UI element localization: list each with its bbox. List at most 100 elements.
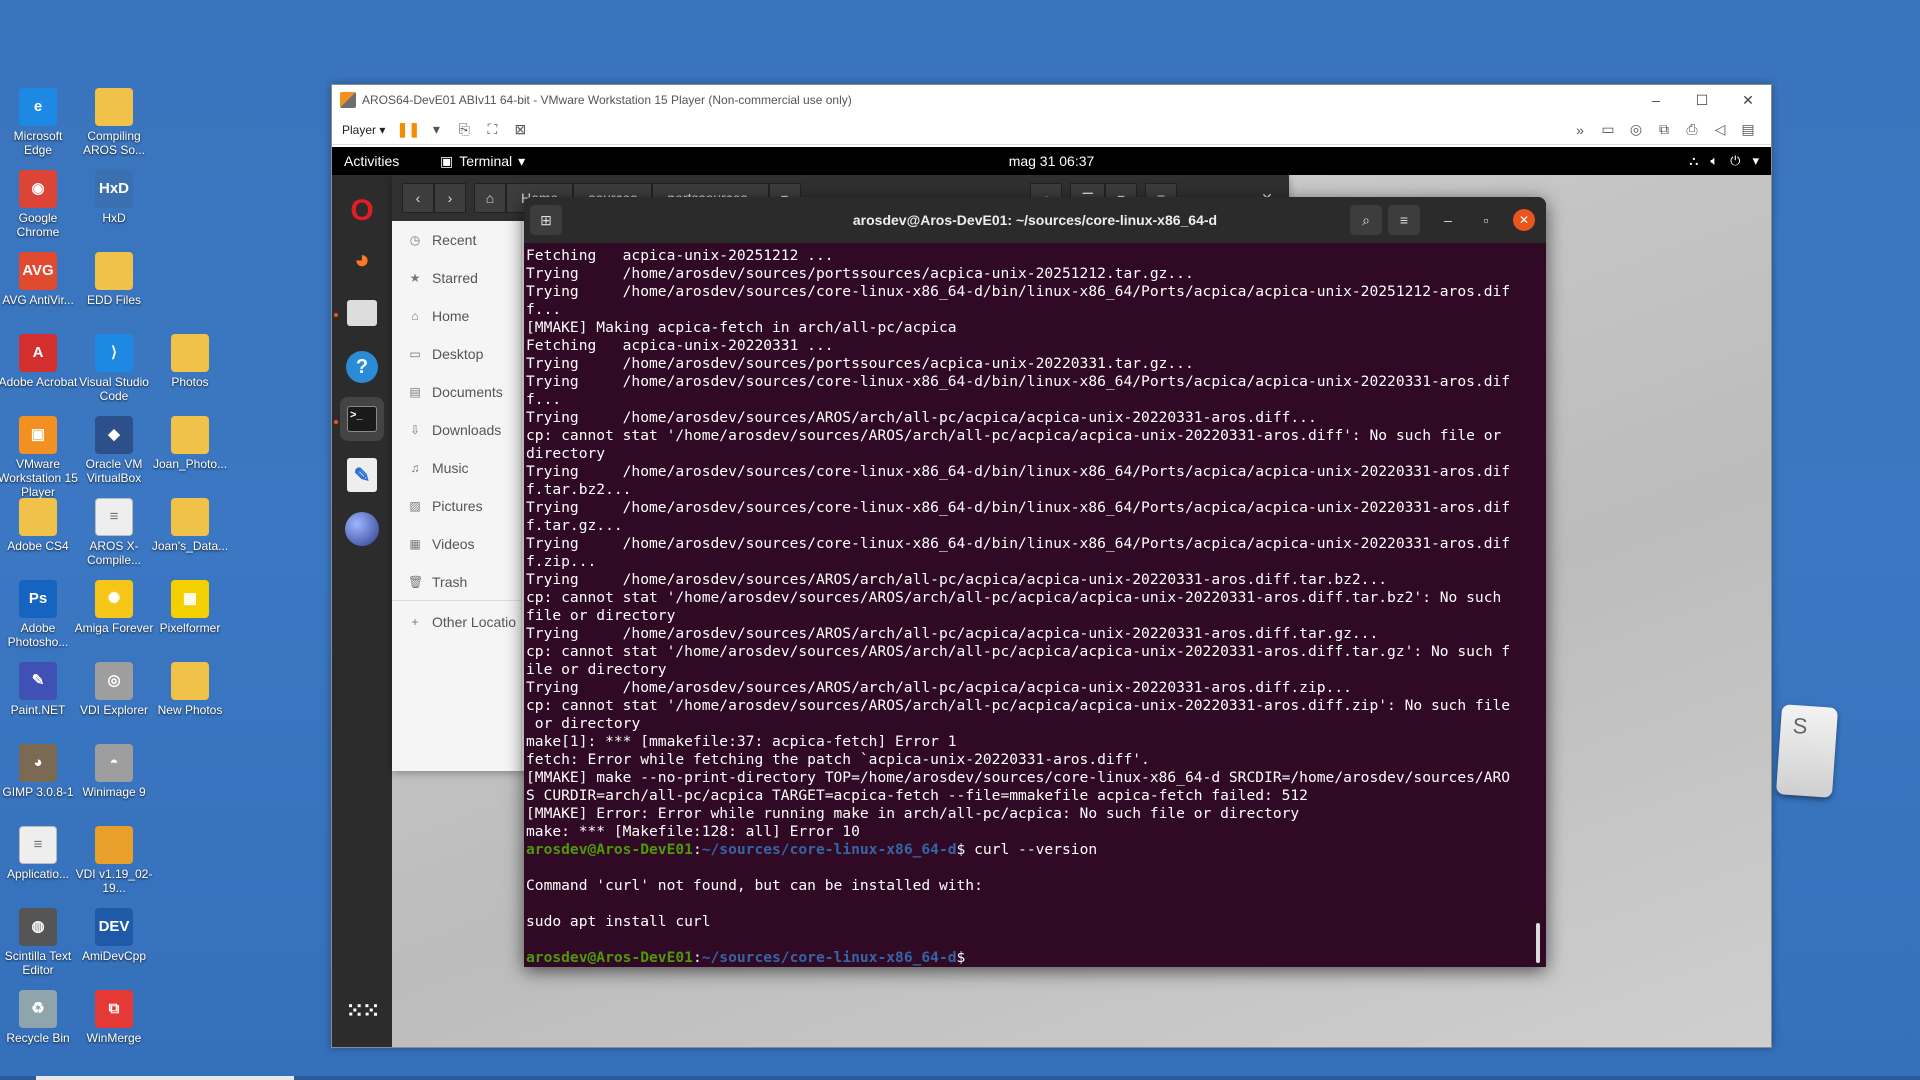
close-button[interactable]: ✕ [1508,205,1540,235]
maximize-button[interactable]: ▫ [1470,205,1502,235]
desktop-icon[interactable]: ◎ VDI Explorer [74,662,154,717]
dropdown-arrow-icon[interactable]: ▾ [425,120,447,140]
desktop-icon[interactable]: Photos [150,334,230,389]
home-icon[interactable]: ⌂ [474,183,506,213]
desktop-icon[interactable]: Compiling AROS So... [74,88,154,157]
desktop-icon[interactable]: ◓ Winimage 9 [74,744,154,799]
terminal-line: Trying /home/arosdev/sources/AROS/arch/a… [526,625,1379,642]
hard-disk-icon[interactable]: ▭ [1597,120,1619,140]
network-icon[interactable]: ⧉ [1653,120,1675,140]
desktop-icon[interactable]: Adobe CS4 [0,498,78,553]
maximize-button[interactable]: ☐ [1679,92,1725,109]
desktop-icon[interactable]: HxD HxD [74,170,154,225]
opera-icon[interactable]: O [340,189,384,233]
sidebar-item[interactable]: ⇩ Downloads [392,411,521,449]
desktop-icon-label: Photos [171,375,209,389]
sidebar-item[interactable]: ♫ Music [392,449,521,487]
more-devices-icon[interactable]: » [1569,120,1591,140]
desktop-icon-label: HxD [102,211,126,225]
help-icon[interactable]: ? [340,345,384,389]
desktop-icon[interactable]: ✎ Paint.NET [0,662,78,717]
desktop-icon[interactable]: ♻ Recycle Bin [0,990,78,1045]
vmware-titlebar[interactable]: AROS64-DevE01 ABIv11 64-bit - VMware Wor… [332,85,1771,115]
desktop-icon[interactable]: DEV AmiDevCpp [74,908,154,963]
sidebar-item[interactable]: ▤ Documents [392,373,521,411]
files-icon[interactable] [340,291,384,335]
unity-icon[interactable]: ⊠ [509,120,531,140]
display-icon[interactable]: ▤ [1737,120,1759,140]
desktop-icon[interactable]: ◍ Scintilla Text Editor [0,908,78,977]
search-icon[interactable]: ⌕ [1350,205,1382,235]
desktop-icon[interactable]: Ps Adobe Photosho... [0,580,78,649]
desktop-icon[interactable]: EDD Files [74,252,154,307]
desktop-icon-label: Compiling AROS So... [82,129,146,157]
system-tray[interactable]: ⛬ 🔈︎ ⏻ ▾ [1689,153,1771,169]
menu-icon[interactable]: ≡ [1388,205,1420,235]
forward-button[interactable]: › [434,183,466,213]
send-ctrl-alt-del-icon[interactable]: ⎘ [453,120,475,140]
cd-icon[interactable]: ◎ [1625,120,1647,140]
text-editor-icon[interactable]: ✎ [340,453,384,497]
back-button[interactable]: ‹ [402,183,434,213]
desktop-icon[interactable]: AVG AVG AntiVir... [0,252,78,307]
sidebar-item[interactable]: ▨ Pictures [392,487,521,525]
sidebar-item-icon: ★ [409,271,421,285]
close-button[interactable]: ✕ [1725,92,1771,109]
app-menu[interactable]: ▣ Terminal ▾ [440,153,525,170]
desktop-icon[interactable]: VDI v1.19_02-19... [74,826,154,895]
desktop-icon[interactable]: A Adobe Acrobat [0,334,78,389]
show-applications-icon[interactable]: ⁙⁙ [340,989,384,1033]
firefox-icon[interactable]: ◕ [340,237,384,281]
desktop-icon[interactable]: Joan's_Data... [150,498,230,553]
terminal-line: directory [526,445,606,462]
terminal-output[interactable]: Fetching acpica-unix-20251212 ... Trying … [524,243,1546,967]
vmware-title: AROS64-DevE01 ABIv11 64-bit - VMware Wor… [362,93,852,107]
desktop-icon[interactable]: ⟩ Visual Studio Code [74,334,154,403]
guest-screen[interactable]: Activities ▣ Terminal ▾ mag 31 06:37 ⛬ 🔈… [332,147,1771,1047]
globe-app-icon[interactable] [340,507,384,551]
desktop-app-icon: ◓ [95,744,133,782]
sidebar-item[interactable]: ⌂ Home [392,297,521,335]
desktop-icon[interactable]: e Microsoft Edge [0,88,78,157]
desktop-icon[interactable]: ◉ Google Chrome [0,170,78,239]
minimize-button[interactable]: – [1432,205,1464,235]
pause-icon[interactable]: ❚❚ [397,120,420,140]
scrollbar[interactable] [1536,923,1540,963]
new-tab-icon[interactable]: ⊞ [530,205,562,235]
sidebar-item[interactable]: ▦ Videos [392,525,521,563]
clock[interactable]: mag 31 06:37 [332,153,1771,169]
sidebar-item[interactable]: ▭ Desktop [392,335,521,373]
sidebar-item[interactable]: ◷ Recent [392,221,521,259]
terminal-icon[interactable]: >_ [340,397,384,441]
desktop-icon[interactable]: ⧉ WinMerge [74,990,154,1045]
desktop-icon[interactable]: ▦ Pixelformer [150,580,230,635]
sidebar-item[interactable]: + Other Locatio [392,603,521,641]
desktop-icon[interactable]: ◕ GIMP 3.0.8-1 [0,744,78,799]
sound-icon[interactable]: ◁ [1709,120,1731,140]
desktop-icon[interactable]: ▣ VMware Workstation 15 Player [0,416,78,499]
terminal-window[interactable]: ⊞ arosdev@Aros-DevE01: ~/sources/core-li… [524,197,1546,967]
desktop-app-icon [95,88,133,126]
desktop-app-icon: ≡ [19,826,57,864]
desktop-app-icon: ◉ [19,170,57,208]
desktop-icon[interactable]: ≡ AROS X-Compile... [74,498,154,567]
desktop-icon[interactable]: ✺ Amiga Forever [74,580,154,635]
sidebar-item[interactable]: ★ Starred [392,259,521,297]
terminal-line: or directory [526,715,641,732]
terminal-line: Trying /home/arosdev/sources/core-linux-… [526,535,1511,552]
desktop-icon[interactable]: New Photos [150,662,230,717]
printer-icon[interactable]: ⎙ [1681,120,1703,140]
gnome-top-bar: Activities ▣ Terminal ▾ mag 31 06:37 ⛬ 🔈… [332,147,1771,175]
player-menu-button[interactable]: Player ▾ [342,123,385,137]
desktop-icon[interactable]: Joan_Photo... [150,416,230,471]
sidebar-item-icon: ⌂ [411,309,419,323]
fullscreen-icon[interactable]: ⛶ [481,120,503,140]
activities-button[interactable]: Activities [332,153,440,169]
minimize-button[interactable]: – [1633,92,1679,108]
prompt-sep: : [692,841,702,858]
sidebar-item[interactable]: 🗑 Trash [392,563,521,601]
desktop-icon[interactable]: ≡ Applicatio... [0,826,78,881]
desktop-icon-label: VMware Workstation 15 Player [0,457,78,499]
running-indicator [334,313,338,317]
desktop-icon[interactable]: ◆ Oracle VM VirtualBox [74,416,154,485]
